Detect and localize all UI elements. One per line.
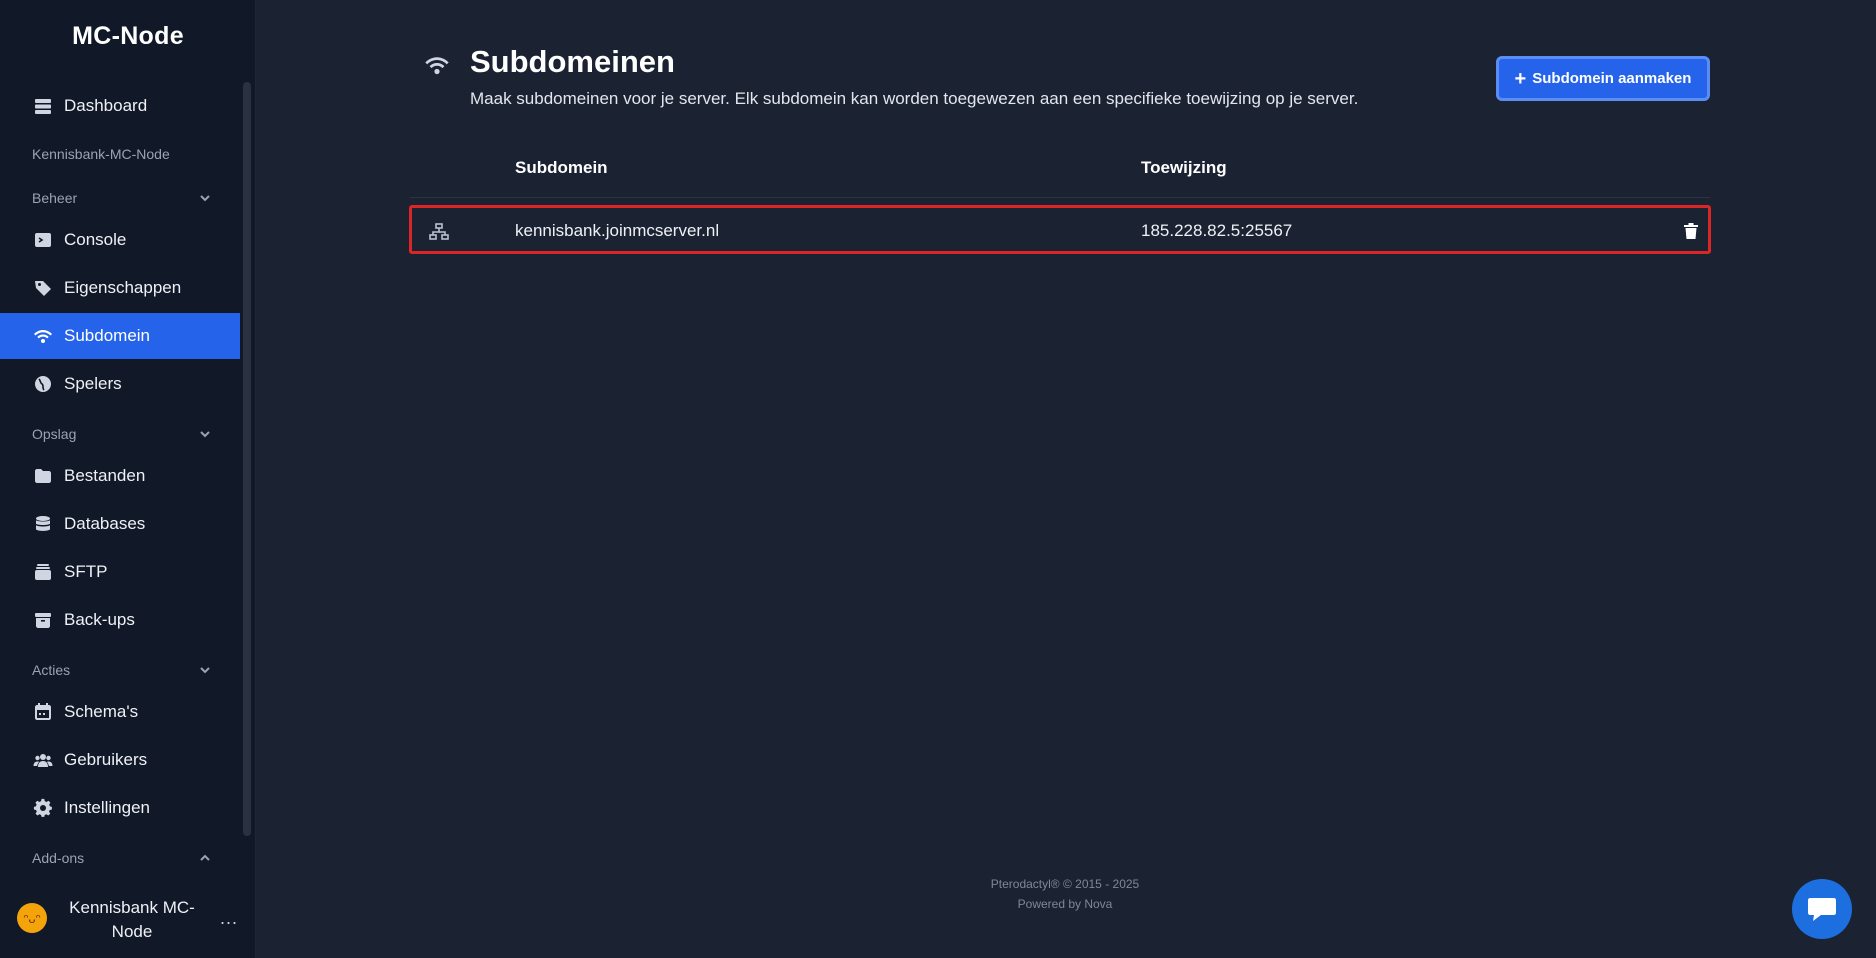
sidebar-item-dashboard[interactable]: Dashboard: [0, 83, 240, 129]
sidebar-item-label: Databases: [64, 514, 146, 533]
database-icon: [32, 513, 54, 535]
section-opslag[interactable]: Opslag: [32, 426, 212, 442]
page-description: Maak subdomeinen voor je server. Elk sub…: [470, 89, 1359, 108]
terminal-icon: [32, 229, 54, 251]
avatar[interactable]: ᵔᴗᵔ: [17, 903, 47, 933]
sidebar-item-spelers[interactable]: Spelers: [0, 361, 240, 407]
globe-icon: [32, 373, 54, 395]
user-name: Kennisbank MC-Node: [69, 898, 195, 941]
sidebar-item-databases[interactable]: Databases: [0, 501, 240, 547]
footer-powered: Powered by Nova: [1017, 897, 1113, 911]
section-label: Add-ons: [32, 850, 85, 866]
table-row[interactable]: kennisbank.joinmcserver.nl 185.228.82.5:…: [409, 205, 1711, 254]
more-options-icon[interactable]: ...: [218, 908, 240, 928]
section-beheer[interactable]: Beheer: [32, 190, 212, 206]
sidebar-item-label: Back-ups: [64, 610, 135, 629]
sidebar-item-gebruikers[interactable]: Gebruikers: [0, 737, 240, 783]
sidebar-item-label: Bestanden: [64, 466, 146, 485]
sidebar-scrollbar[interactable]: [243, 82, 251, 836]
sidebar-item-label: Schema's: [64, 702, 139, 721]
section-acties[interactable]: Acties: [32, 662, 212, 678]
sidebar-item-subdomein[interactable]: Subdomein: [0, 313, 240, 359]
sidebar-item-label: Subdomein: [64, 326, 151, 345]
plus-icon: +: [1514, 67, 1527, 90]
archive-box-icon: [32, 609, 54, 631]
sidebar-item-eigenschappen[interactable]: Eigenschappen: [0, 265, 240, 311]
table-divider: [410, 197, 1710, 198]
create-subdomain-label: Subdomein aanmaken: [1532, 70, 1692, 87]
footer: Pterodactyl® © 2015 - 2025 Powered by No…: [900, 874, 1230, 914]
layers-icon: [32, 561, 54, 583]
gear-icon: [32, 797, 54, 819]
chat-bubble-icon: [1808, 898, 1836, 921]
chevron-down-icon: [198, 191, 212, 205]
sidebar-item-label: Console: [64, 230, 127, 249]
chat-button[interactable]: [1792, 879, 1852, 939]
sidebar-item-console[interactable]: Console: [0, 217, 240, 263]
page-title: Subdomeinen: [470, 44, 675, 79]
user-menu[interactable]: ᵔᴗᵔ Kennisbank MC-Node ...: [0, 892, 256, 952]
chevron-up-icon: [198, 851, 212, 865]
sidebar-item-backups[interactable]: Back-ups: [0, 597, 240, 643]
sidebar-item-label: Dashboard: [64, 96, 148, 115]
brand-title[interactable]: MC-Node: [0, 22, 256, 51]
subdomain-cell: kennisbank.joinmcserver.nl: [515, 221, 720, 240]
column-header-subdomain: Subdomein: [515, 158, 608, 177]
chevron-down-icon: [198, 663, 212, 677]
trash-icon[interactable]: [1684, 223, 1698, 239]
sidebar: MC-Node Dashboard Kennisbank-MC-Node Beh…: [0, 0, 256, 958]
calendar-icon: [32, 701, 54, 723]
chevron-down-icon: [198, 427, 212, 441]
sidebar-item-label: Spelers: [64, 374, 122, 393]
footer-copyright: Pterodactyl® © 2015 - 2025: [990, 877, 1140, 891]
sidebar-item-label: Instellingen: [64, 798, 151, 817]
users-icon: [32, 749, 54, 771]
server-name: Kennisbank-MC-Node: [32, 146, 170, 162]
server-stack-icon: [32, 95, 54, 117]
section-label: Opslag: [32, 426, 77, 442]
sidebar-item-instellingen[interactable]: Instellingen: [0, 785, 240, 831]
sidebar-item-schemas[interactable]: Schema's: [0, 689, 240, 735]
sidebar-item-bestanden[interactable]: Bestanden: [0, 453, 240, 499]
column-header-allocation: Toewijzing: [1141, 158, 1227, 177]
sidebar-item-sftp[interactable]: SFTP: [0, 549, 240, 595]
wifi-icon: [32, 325, 54, 347]
create-subdomain-button[interactable]: + Subdomein aanmaken: [1496, 56, 1710, 101]
section-addons[interactable]: Add-ons: [32, 850, 212, 866]
section-label: Acties: [32, 662, 71, 678]
sidebar-item-label: Gebruikers: [64, 750, 148, 769]
network-icon: [429, 223, 449, 241]
sidebar-item-label: Eigenschappen: [64, 278, 182, 297]
allocation-cell: 185.228.82.5:25567: [1141, 221, 1293, 240]
sidebar-item-label: SFTP: [64, 562, 108, 581]
section-label: Beheer: [32, 190, 78, 206]
folder-icon: [32, 465, 54, 487]
tag-icon: [32, 277, 54, 299]
wifi-icon: [424, 52, 450, 78]
